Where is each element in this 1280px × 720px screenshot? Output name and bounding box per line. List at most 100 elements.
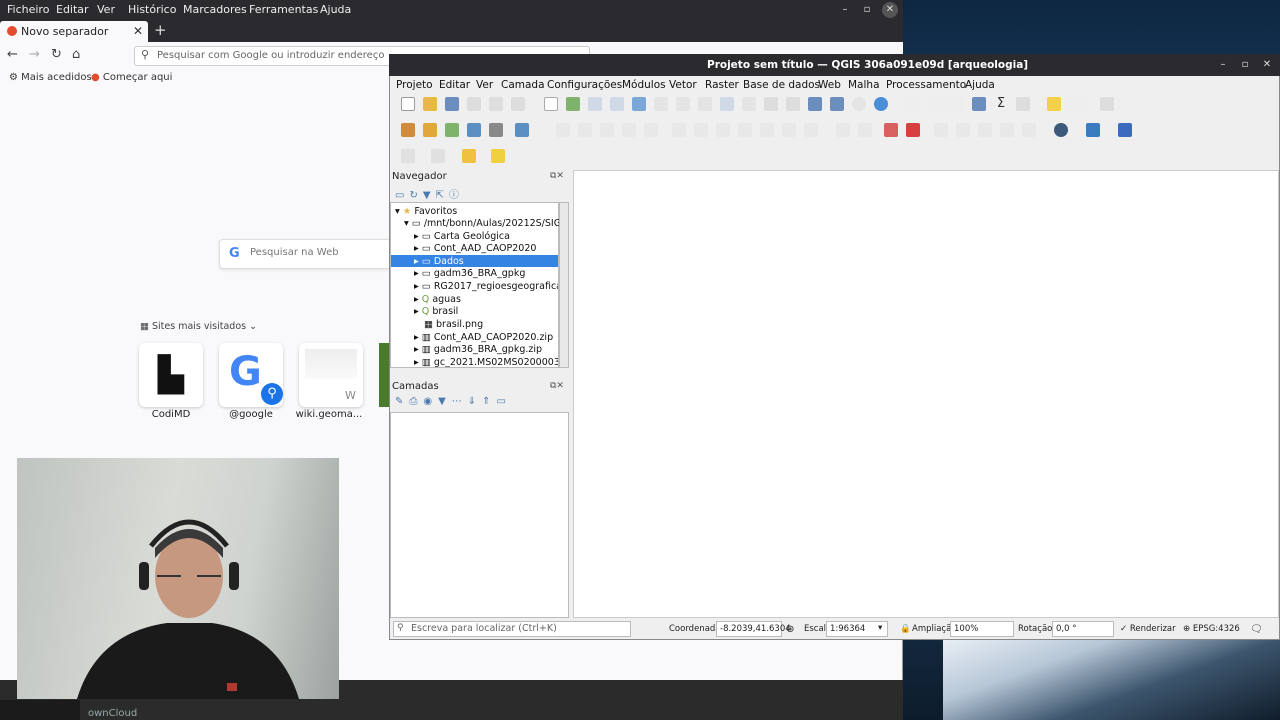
select-features-icon[interactable]	[401, 149, 415, 163]
label-move-icon[interactable]	[934, 123, 948, 137]
menu-ferramentas[interactable]: Ferramentas	[249, 3, 318, 16]
bookmark-getting-started[interactable]: ● Começar aqui	[91, 72, 172, 83]
menu-editar[interactable]: Editar	[56, 3, 89, 16]
top-sites-header[interactable]: ▦ Sites mais visitados ⌄	[140, 321, 257, 332]
reload-icon[interactable]: ↻	[51, 47, 62, 62]
zoom-full-icon[interactable]	[632, 97, 646, 111]
sum-icon[interactable]: Σ	[994, 97, 1008, 111]
label-pin-all-icon[interactable]	[1022, 123, 1036, 137]
new-geopackage-icon[interactable]	[423, 123, 437, 137]
tree-item[interactable]: ▸ ▭ Carta Geológica	[414, 231, 510, 242]
taskbar-owncloud[interactable]: ownCloud	[88, 708, 137, 719]
save-project-icon[interactable]	[445, 97, 459, 111]
map-canvas[interactable]	[573, 170, 1279, 618]
back-icon[interactable]: ←	[7, 47, 18, 62]
tree-item[interactable]: ▸ ▥ gc_2021.MS02MS0200003	[414, 357, 558, 367]
tree-item[interactable]: ▸ ▥ gadm36_BRA_gpkg.zip	[414, 344, 542, 355]
data-source-manager-icon[interactable]	[401, 123, 415, 137]
qmenu-malha[interactable]: Malha	[848, 79, 880, 91]
zoom-field[interactable]: 100%	[950, 621, 1014, 637]
zoom-in-icon[interactable]	[588, 97, 602, 111]
add-delimited-text-icon[interactable]	[515, 123, 529, 137]
show-layout-manager-icon[interactable]	[489, 97, 503, 111]
tree-item[interactable]: ▸ Q aguas	[414, 294, 461, 305]
top-site-partial[interactable]	[379, 343, 389, 407]
zoom-layer-icon[interactable]	[676, 97, 690, 111]
diagram-move-icon[interactable]	[1000, 123, 1014, 137]
menu-marcadores[interactable]: Marcadores	[183, 3, 247, 16]
new-map-view-icon[interactable]	[764, 97, 778, 111]
select-icon[interactable]	[950, 97, 964, 111]
label-toolbar-icon[interactable]	[1100, 97, 1114, 111]
label-change-icon[interactable]	[978, 123, 992, 137]
identify-icon[interactable]	[906, 97, 920, 111]
annotation-icon[interactable]	[491, 149, 505, 163]
label-show-icon[interactable]	[906, 123, 920, 137]
label-rotate-icon[interactable]	[956, 123, 970, 137]
render-checkbox[interactable]: ✓ Renderizar	[1120, 624, 1176, 634]
close-button[interactable]: ✕	[882, 2, 898, 18]
qmenu-ajuda[interactable]: Ajuda	[965, 79, 995, 91]
add-feature-icon[interactable]	[600, 123, 614, 137]
bookmark-most-visited[interactable]: ⚙ Mais acedidos	[9, 72, 92, 83]
home-icon[interactable]: ⌂	[72, 47, 80, 62]
zoom-last-icon[interactable]	[720, 97, 734, 111]
zoom-native-icon[interactable]	[698, 97, 712, 111]
close-button[interactable]: ✕	[1259, 57, 1275, 73]
add-mesh-icon[interactable]	[489, 123, 503, 137]
pan-to-selection-icon[interactable]	[566, 97, 580, 111]
temporal-controller-icon[interactable]	[852, 97, 866, 111]
lock-icon[interactable]: 🔒	[900, 624, 911, 634]
menu-ajuda[interactable]: Ajuda	[320, 3, 351, 16]
maximize-button[interactable]: ▫	[1237, 57, 1253, 73]
tree-item-selected[interactable]: ▸ ▭ Dados	[414, 256, 464, 267]
zoom-selection-icon[interactable]	[654, 97, 668, 111]
qmenu-configuracoes[interactable]: Configurações	[547, 79, 622, 91]
text-annotation-icon[interactable]	[1069, 97, 1083, 111]
new-3d-map-icon[interactable]	[786, 97, 800, 111]
show-bookmarks-icon[interactable]	[830, 97, 844, 111]
tree-item-favorites[interactable]: ▾ ★ Favoritos	[395, 206, 457, 217]
layers-list[interactable]	[390, 412, 569, 618]
help-plugin-icon[interactable]	[1118, 123, 1132, 137]
menu-ver[interactable]: Ver	[97, 3, 115, 16]
tree-item[interactable]: ▸ Q brasil	[414, 306, 458, 317]
minimize-button[interactable]: –	[837, 2, 853, 18]
save-edits-icon[interactable]	[578, 123, 592, 137]
add-vector-icon[interactable]	[445, 123, 459, 137]
panel-float-close-icon[interactable]: ⧉✕	[550, 171, 564, 181]
settings-gear-icon[interactable]	[972, 97, 986, 111]
python-console-icon[interactable]	[1086, 123, 1100, 137]
add-raster-layer-icon[interactable]	[462, 149, 476, 163]
style-manager-icon[interactable]	[511, 97, 525, 111]
label-pin-icon[interactable]	[858, 123, 872, 137]
zoom-next-icon[interactable]	[742, 97, 756, 111]
qmenu-editar[interactable]: Editar	[439, 79, 470, 91]
menu-ficheiro[interactable]: Ficheiro	[7, 3, 49, 16]
redo-icon[interactable]	[760, 123, 774, 137]
qmenu-raster[interactable]: Raster	[705, 79, 739, 91]
deselect-icon[interactable]	[431, 149, 445, 163]
tree-item-path[interactable]: ▾ ▭ /mnt/bonn/Aulas/20212S/SIG	[404, 218, 561, 229]
toggle-editing-icon[interactable]	[556, 123, 570, 137]
minimize-button[interactable]: –	[1215, 57, 1231, 73]
paste-features-icon[interactable]	[716, 123, 730, 137]
coordinate-field[interactable]: -8.2039,41.6304	[716, 621, 791, 637]
label-highlight-icon[interactable]	[884, 123, 898, 137]
qmenu-ver[interactable]: Ver	[476, 79, 493, 91]
tree-item[interactable]: ▸ ▭ RG2017_regioesgeografica	[414, 281, 558, 292]
messages-icon[interactable]: 🗨	[1250, 624, 1263, 635]
open-table-icon[interactable]	[928, 97, 942, 111]
pan-icon[interactable]	[544, 97, 558, 111]
tree-item[interactable]: ▸ ▥ Cont_AAD_CAOP2020.zip	[414, 332, 553, 343]
vertex-tool-icon[interactable]	[622, 123, 636, 137]
top-site-wiki[interactable]: W	[299, 343, 363, 407]
rotation-field[interactable]: 0,0 °	[1052, 621, 1114, 637]
panel-float-close-icon[interactable]: ⧉✕	[550, 381, 564, 391]
new-bookmark-icon[interactable]	[808, 97, 822, 111]
qmenu-vetor[interactable]: Vetor	[669, 79, 697, 91]
new-print-layout-icon[interactable]	[467, 97, 481, 111]
delete-selected-icon[interactable]	[644, 123, 658, 137]
forward-icon[interactable]: →	[29, 47, 40, 62]
open-project-icon[interactable]	[423, 97, 437, 111]
